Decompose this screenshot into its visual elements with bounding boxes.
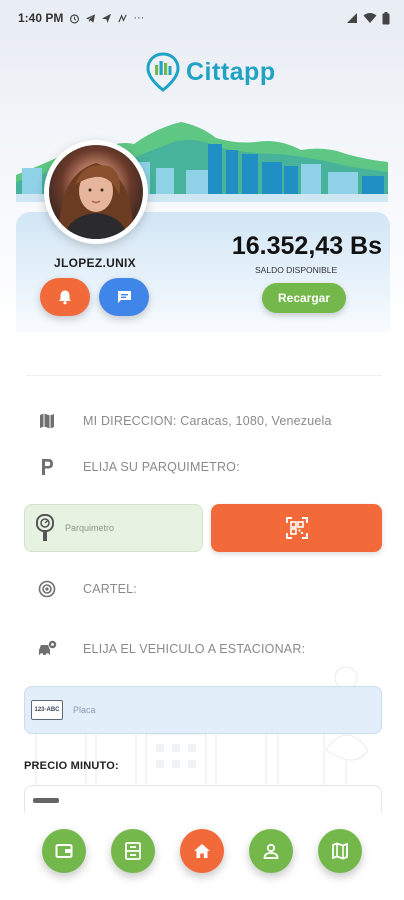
vehicle-row: ELIJA EL VEHICULO A ESTACIONAR: <box>36 640 305 658</box>
parking-meter-icon <box>36 514 54 541</box>
sign-label: CARTEL: <box>83 582 137 596</box>
parking-icon <box>42 459 53 475</box>
target-sign-icon <box>38 580 56 598</box>
city-pin-logo-icon <box>146 52 180 92</box>
chat-icon <box>117 291 131 303</box>
price-indicator <box>33 798 59 803</box>
nav-home-button[interactable] <box>180 829 224 873</box>
recharge-button[interactable]: Recargar <box>262 283 346 313</box>
parking-meter-label: ELIJA SU PARQUIMETRO: <box>83 460 240 474</box>
address-label: MI DIRECCION: Caracas, 1080, Venezuela <box>83 414 332 428</box>
section-divider <box>26 375 382 376</box>
user-avatar[interactable] <box>44 140 148 244</box>
send-icon <box>102 13 112 23</box>
bell-icon <box>59 290 71 305</box>
nav-parking-button[interactable] <box>111 829 155 873</box>
address-row: MI DIRECCION: Caracas, 1080, Venezuela <box>36 412 331 430</box>
price-per-minute-field[interactable] <box>24 785 382 815</box>
price-per-minute-label: PRECIO MINUTO: <box>24 760 119 772</box>
nav-profile-button[interactable] <box>249 829 293 873</box>
wallet-icon <box>55 844 73 858</box>
alarm-icon <box>70 13 80 23</box>
messages-button[interactable] <box>99 278 149 316</box>
vehicle-label: ELIJA EL VEHICULO A ESTACIONAR: <box>83 642 306 656</box>
license-plate-icon: 123·ABC <box>31 700 63 720</box>
status-time: 1:40 PM <box>18 11 64 25</box>
cell-signal-icon <box>347 13 357 23</box>
parking-meter-placeholder: Parquimetro <box>65 523 115 533</box>
map-nav-icon <box>332 842 348 860</box>
parking-meter-input[interactable]: Parquimetro <box>24 504 203 552</box>
qr-scan-button[interactable] <box>211 504 382 552</box>
more-notifications: ··· <box>133 12 145 24</box>
nav-map-button[interactable] <box>318 829 362 873</box>
username: JLOPEZ.UNIX <box>54 256 136 270</box>
app-logo: Cittapp <box>146 52 276 92</box>
wifi-icon <box>363 13 377 23</box>
telegram-icon <box>86 13 96 23</box>
battery-icon <box>382 11 390 24</box>
parking-meter-row: ELIJA SU PARQUIMETRO: <box>36 458 240 476</box>
home-icon <box>194 844 210 858</box>
status-bar: 1:40 PM ··· <box>0 0 404 36</box>
map-icon <box>40 413 54 429</box>
nav-wallet-button[interactable] <box>42 829 86 873</box>
qr-scan-icon <box>285 517 308 539</box>
user-icon <box>263 843 279 859</box>
app-name: Cittapp <box>186 57 276 86</box>
parking-lot-icon <box>125 842 141 860</box>
avatar-photo <box>49 145 143 239</box>
balance-amount: 16.352,43 Bs <box>231 232 382 260</box>
notification-icons: ··· <box>69 12 144 24</box>
car-pin-icon <box>39 640 57 657</box>
notifications-button[interactable] <box>40 278 90 316</box>
plate-placeholder: Placa <box>73 705 96 715</box>
signal-activity-icon <box>118 13 128 22</box>
sign-row: CARTEL: <box>36 580 137 598</box>
portrait-illustration <box>58 163 134 239</box>
plate-input[interactable]: 123·ABC Placa <box>24 686 382 734</box>
balance-label: SALDO DISPONIBLE <box>255 265 338 275</box>
